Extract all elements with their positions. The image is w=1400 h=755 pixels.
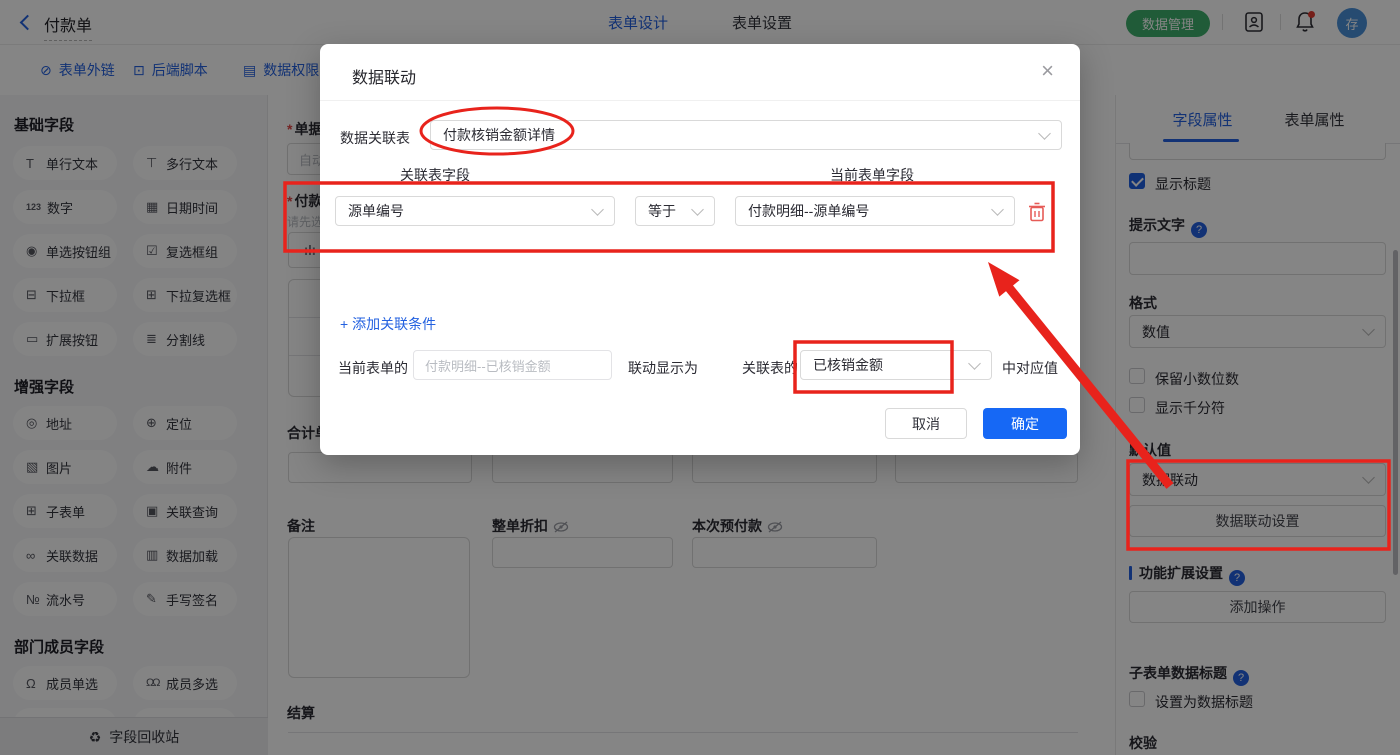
- modal-header-divider: [320, 100, 1080, 101]
- column-header-left: 关联表字段: [400, 167, 470, 183]
- add-condition-link[interactable]: + 添加关联条件: [340, 314, 436, 334]
- condition-field-value: 源单编号: [348, 203, 404, 219]
- rel-table-value: 付款核销金额详情: [443, 127, 555, 143]
- cancel-button[interactable]: 取消: [885, 408, 967, 439]
- plus-icon: +: [340, 316, 349, 332]
- close-icon[interactable]: ×: [1041, 60, 1054, 82]
- chevron-down-icon: [1038, 126, 1051, 140]
- chevron-down-icon: [968, 356, 981, 370]
- chevron-down-icon: [691, 202, 704, 216]
- rel-field-select[interactable]: 已核销金额: [800, 350, 992, 380]
- delete-condition-icon[interactable]: [1028, 202, 1046, 222]
- condition-target-select[interactable]: 付款明细--源单编号: [735, 196, 1015, 226]
- chevron-down-icon: [591, 202, 604, 216]
- current-field-placeholder: 付款明细--已核销金额: [425, 358, 551, 374]
- condition-target-value: 付款明细--源单编号: [748, 203, 870, 219]
- current-form-label: 当前表单的: [338, 360, 408, 376]
- rel-table-select[interactable]: 付款核销金额详情: [430, 120, 1062, 150]
- condition-field-select[interactable]: 源单编号: [335, 196, 615, 226]
- modal-title: 数据联动: [352, 70, 417, 87]
- data-linkage-modal: 数据联动 × 数据关联表 付款核销金额详情 关联表字段 当前表单字段 源单编号 …: [320, 44, 1080, 455]
- current-field-input[interactable]: 付款明细--已核销金额: [413, 350, 612, 380]
- condition-operator-value: 等于: [648, 203, 676, 219]
- corresponding-label: 中对应值: [1002, 360, 1058, 376]
- link-display-label: 联动显示为: [628, 360, 698, 376]
- add-condition-label: 添加关联条件: [352, 316, 437, 332]
- ok-button[interactable]: 确定: [983, 408, 1067, 439]
- rel-field-value: 已核销金额: [813, 357, 883, 373]
- chevron-down-icon: [991, 202, 1004, 216]
- condition-operator-select[interactable]: 等于: [635, 196, 715, 226]
- column-header-right: 当前表单字段: [830, 167, 914, 183]
- rel-table-label: 数据关联表: [340, 130, 410, 146]
- app-window: 付款单 表单设计 表单设置 数据管理 存 ⊘ 表单外链 ⊡ 后端脚本 ▤ 数据权…: [0, 0, 1400, 755]
- rel-table-of-label: 关联表的: [742, 360, 798, 376]
